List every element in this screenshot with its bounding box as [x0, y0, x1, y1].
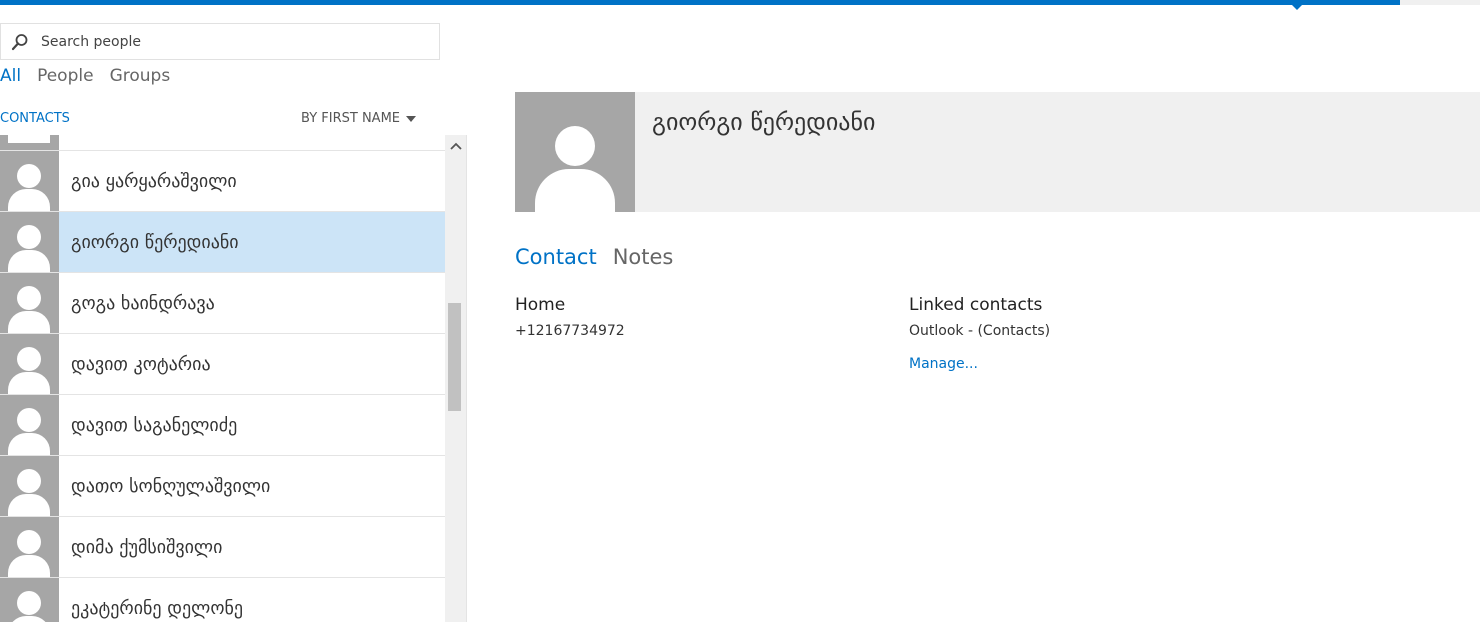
manage-link[interactable]: Manage...	[909, 356, 978, 372]
list-item[interactable]: გიორგი წერედიანი	[0, 212, 445, 273]
search-input[interactable]	[41, 30, 421, 54]
top-accent-bar	[0, 0, 1400, 5]
list-item[interactable]	[0, 135, 445, 151]
tab-notes[interactable]: Notes	[613, 245, 674, 269]
avatar	[0, 456, 59, 516]
avatar	[0, 212, 59, 272]
avatar	[0, 334, 59, 394]
contact-name: დათო სონღულაშვილი	[71, 475, 271, 497]
home-phone[interactable]: +12167734972	[515, 323, 625, 339]
contact-name: გია ყარყარაშვილი	[71, 170, 237, 192]
filter-tabs: All People Groups	[0, 66, 186, 90]
avatar	[515, 92, 635, 212]
contact-name: ეკატერინე დელონე	[71, 597, 244, 619]
detail-tabs: Contact Notes	[515, 245, 689, 269]
list-item[interactable]: ეკატერინე დელონე	[0, 578, 445, 622]
contacts-section-label: CONTACTS	[0, 111, 70, 126]
list-item[interactable]: გია ყარყარაშვილი	[0, 151, 445, 212]
contact-name: გიორგი წერედიანი	[71, 231, 239, 253]
avatar	[0, 135, 59, 150]
top-bar-caret-icon	[1292, 5, 1302, 10]
chevron-down-icon	[406, 115, 416, 122]
search-box[interactable]	[0, 23, 440, 60]
sort-dropdown[interactable]: BY FIRST NAME	[301, 111, 416, 126]
home-label: Home	[515, 295, 566, 315]
avatar	[0, 273, 59, 333]
linked-contact-source: Outlook - (Contacts)	[909, 323, 1051, 339]
linked-contacts-label: Linked contacts	[909, 295, 1043, 315]
filter-people[interactable]: People	[37, 66, 93, 90]
pane-divider	[466, 135, 467, 622]
contact-name: დავით კოტარია	[71, 353, 211, 375]
avatar	[0, 578, 59, 622]
contact-list-scrollbar[interactable]	[445, 135, 466, 622]
list-item[interactable]: დავით კოტარია	[0, 334, 445, 395]
contact-name: დიმა ქუმსიშვილი	[71, 536, 223, 558]
top-bar-remainder	[1400, 0, 1480, 5]
avatar	[0, 395, 59, 455]
list-item[interactable]: დიმა ქუმსიშვილი	[0, 517, 445, 578]
search-icon	[11, 34, 28, 51]
list-item[interactable]: დათო სონღულაშვილი	[0, 456, 445, 517]
contact-list: გია ყარყარაშვილი გიორგი წერედიანი გოგა ხ…	[0, 135, 445, 622]
contact-display-name: გიორგი წერედიანი	[652, 108, 876, 136]
list-item[interactable]: გოგა ხაინდრავა	[0, 273, 445, 334]
filter-groups[interactable]: Groups	[110, 66, 171, 90]
avatar	[0, 151, 59, 211]
scroll-thumb[interactable]	[448, 303, 461, 411]
filter-all[interactable]: All	[0, 66, 21, 90]
list-item[interactable]: დავით საგანელიძე	[0, 395, 445, 456]
tab-contact[interactable]: Contact	[515, 245, 597, 269]
contact-name: გოგა ხაინდრავა	[71, 292, 215, 314]
sort-label: BY FIRST NAME	[301, 111, 400, 126]
avatar	[0, 517, 59, 577]
contact-name: დავით საგანელიძე	[71, 414, 238, 436]
contact-header: გიორგი წერედიანი	[515, 92, 1480, 212]
scroll-up-button[interactable]	[445, 135, 466, 157]
chevron-up-icon	[449, 142, 462, 150]
